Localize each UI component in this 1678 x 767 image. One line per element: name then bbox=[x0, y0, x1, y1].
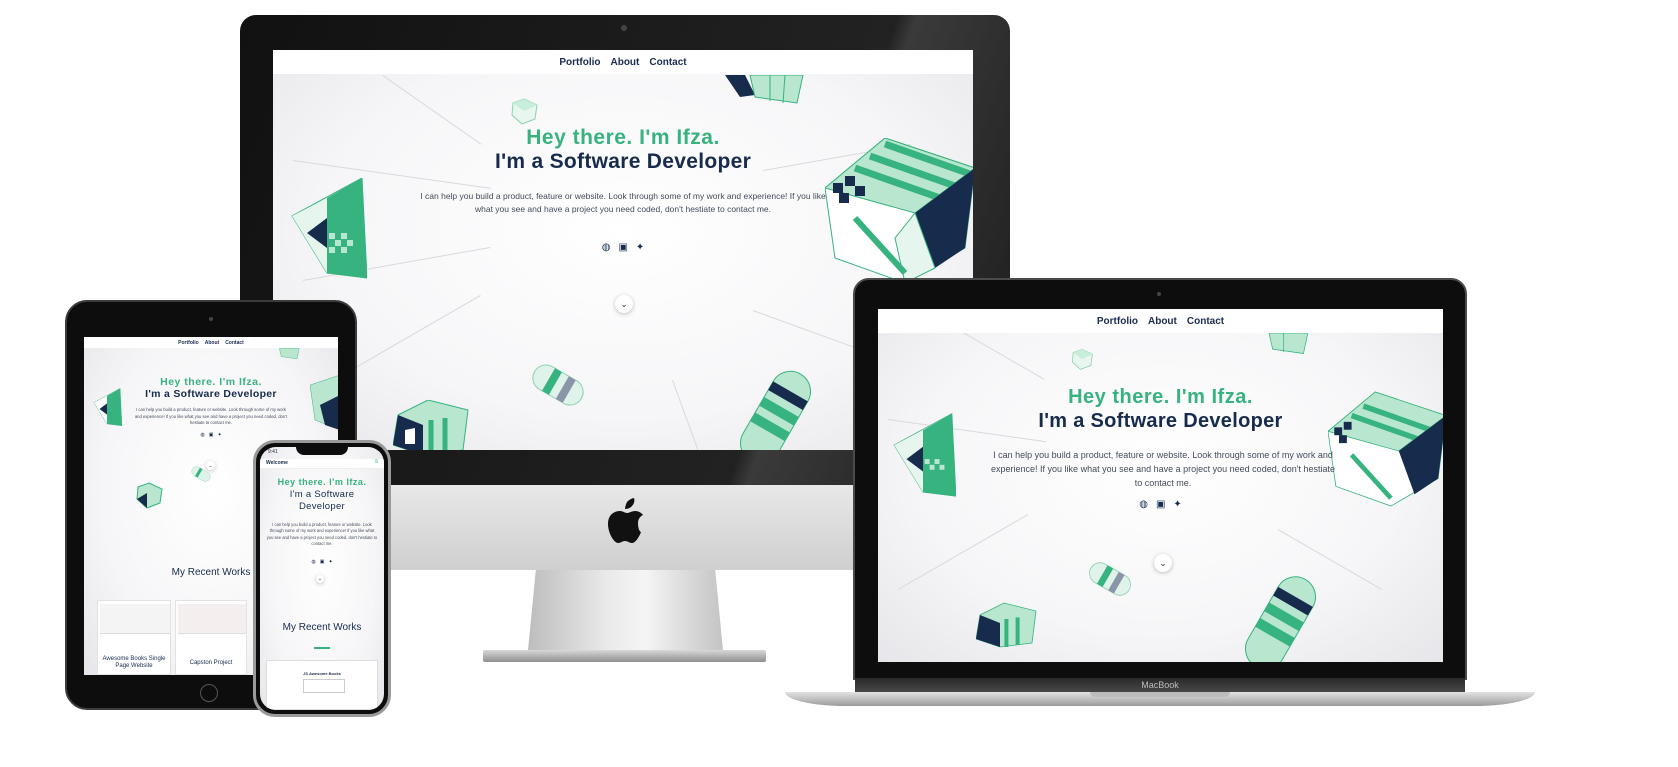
shape-left-crystal-icon bbox=[291, 178, 367, 279]
work-card-title: Awesome Books Single Page Website bbox=[102, 656, 166, 670]
hero-greeting: Hey there. I'm Ifza. bbox=[277, 477, 367, 487]
hero-description: I can help you build a product, feature … bbox=[991, 450, 1335, 488]
hero-role: I'm a Software Developer bbox=[1038, 410, 1283, 432]
nav-contact-link[interactable]: Contact bbox=[225, 340, 244, 346]
twitter-icon[interactable]: ✦ bbox=[217, 432, 221, 438]
shape-capsule-icon bbox=[191, 466, 211, 482]
shape-small-cube-icon bbox=[136, 482, 163, 509]
github-icon[interactable]: ◍ bbox=[311, 559, 315, 565]
nav-about-link[interactable]: About bbox=[205, 340, 219, 346]
work-card[interactable]: Awesome Books Single Page Website bbox=[97, 600, 171, 675]
hero-description: I can help you build a product, feature … bbox=[134, 407, 288, 425]
twitter-icon[interactable]: ✦ bbox=[328, 559, 332, 565]
nav-contact-link[interactable]: Contact bbox=[1187, 316, 1224, 327]
shape-small-cube-icon bbox=[1071, 348, 1093, 370]
github-icon[interactable]: ◍ bbox=[200, 432, 204, 438]
hero-description: I can help you build a product, feature … bbox=[420, 191, 826, 215]
imac-base bbox=[483, 650, 766, 662]
scroll-down-button[interactable]: ⌄ bbox=[1154, 554, 1172, 572]
hero-role-line1: I'm a Software bbox=[289, 489, 355, 500]
ipad-navbar: Portfolio About Contact bbox=[84, 337, 338, 348]
nav-about-link[interactable]: About bbox=[1148, 316, 1177, 327]
phone-nav-title: Welcome bbox=[266, 460, 288, 466]
chevron-down-icon: ⌄ bbox=[1159, 557, 1167, 568]
shape-top-prism-icon bbox=[725, 75, 804, 104]
github-icon[interactable]: ◍ bbox=[602, 242, 611, 253]
shape-bottom-cube-icon bbox=[976, 602, 1037, 648]
social-links: ◍ ▣ ✦ bbox=[273, 242, 973, 253]
phone-navbar: Welcome ≡ bbox=[260, 459, 384, 469]
linkedin-icon[interactable]: ▣ bbox=[618, 242, 627, 253]
imac-navbar: Portfolio About Contact bbox=[273, 50, 973, 74]
chevron-down-icon: ⌄ bbox=[620, 298, 628, 309]
work-card-image bbox=[303, 679, 345, 693]
shape-capsule-icon bbox=[532, 364, 584, 406]
nav-portfolio-link[interactable]: Portfolio bbox=[559, 57, 600, 68]
nav-portfolio-link[interactable]: Portfolio bbox=[1097, 316, 1138, 327]
work-card-image bbox=[178, 604, 246, 634]
linkedin-icon[interactable]: ▣ bbox=[209, 432, 214, 438]
nav-about-link[interactable]: About bbox=[610, 57, 639, 68]
shape-capsule-icon bbox=[1089, 562, 1131, 596]
hero-greeting: Hey there. I'm Ifza. bbox=[526, 126, 720, 149]
ipad-home-button bbox=[200, 684, 218, 702]
status-time: 9:41 bbox=[268, 449, 278, 455]
nav-contact-link[interactable]: Contact bbox=[649, 57, 686, 68]
github-icon[interactable]: ◍ bbox=[1139, 499, 1148, 510]
shape-small-cube-icon bbox=[511, 98, 538, 125]
recent-works-title: My Recent Works bbox=[282, 622, 362, 633]
shape-bottom-cylinder-icon bbox=[1245, 576, 1316, 662]
imac-camera bbox=[621, 25, 627, 31]
linkedin-icon[interactable]: ▣ bbox=[1156, 499, 1165, 510]
nav-portfolio-link[interactable]: Portfolio bbox=[178, 340, 199, 346]
hamburger-menu-icon[interactable]: ≡ bbox=[374, 459, 378, 465]
shape-bottom-cube-icon bbox=[393, 400, 469, 450]
work-card-image bbox=[100, 604, 170, 634]
shape-top-prism-icon bbox=[279, 348, 300, 360]
work-card-title: JS Awesome Books bbox=[303, 671, 341, 676]
macbook-notch bbox=[1090, 692, 1230, 697]
social-links: ◍ ▣ ✦ bbox=[84, 432, 338, 438]
macbook-brand: MacBook bbox=[1141, 680, 1179, 690]
work-card-title: Capston Project bbox=[189, 660, 233, 666]
linkedin-icon[interactable]: ▣ bbox=[320, 559, 325, 565]
macbook-navbar: Portfolio About Contact bbox=[878, 309, 1443, 333]
scroll-down-button[interactable]: ⌄ bbox=[615, 295, 633, 313]
shape-bottom-cylinder-icon bbox=[740, 370, 811, 450]
chevron-down-icon: ⌄ bbox=[317, 576, 323, 582]
work-card[interactable]: Capston Project bbox=[175, 600, 247, 675]
ipad-camera bbox=[209, 317, 213, 321]
social-links: ◍ ▣ ✦ bbox=[260, 559, 384, 565]
twitter-icon[interactable]: ✦ bbox=[636, 242, 644, 253]
hero-greeting: Hey there. I'm Ifza. bbox=[160, 376, 262, 388]
hero-role: I'm a Software Developer bbox=[145, 388, 277, 400]
scroll-down-button[interactable]: ⌄ bbox=[316, 575, 324, 583]
hero-role: I'm a Software Developer bbox=[494, 150, 752, 173]
hero-description: I can help you build a product, feature … bbox=[266, 522, 378, 547]
hero-greeting: Hey there. I'm Ifza. bbox=[1068, 386, 1253, 408]
imac-stand bbox=[528, 570, 723, 650]
iphone-notch bbox=[296, 447, 348, 455]
macbook-screen: Portfolio About Contact Hey there. I'm I… bbox=[878, 309, 1443, 662]
social-links: ◍ ▣ ✦ bbox=[878, 499, 1443, 510]
apple-logo-icon bbox=[608, 498, 643, 543]
works-divider bbox=[314, 647, 330, 649]
twitter-icon[interactable]: ✦ bbox=[1173, 499, 1181, 510]
iphone-screen: 9:41 Welcome ≡ Hey there. I'm Ifza. I'm … bbox=[260, 447, 384, 710]
shape-top-prism-icon bbox=[1268, 333, 1309, 354]
work-card[interactable]: JS Awesome Books bbox=[266, 660, 378, 710]
hero-role-line2: Developer bbox=[298, 501, 345, 512]
macbook-camera bbox=[1157, 292, 1161, 296]
